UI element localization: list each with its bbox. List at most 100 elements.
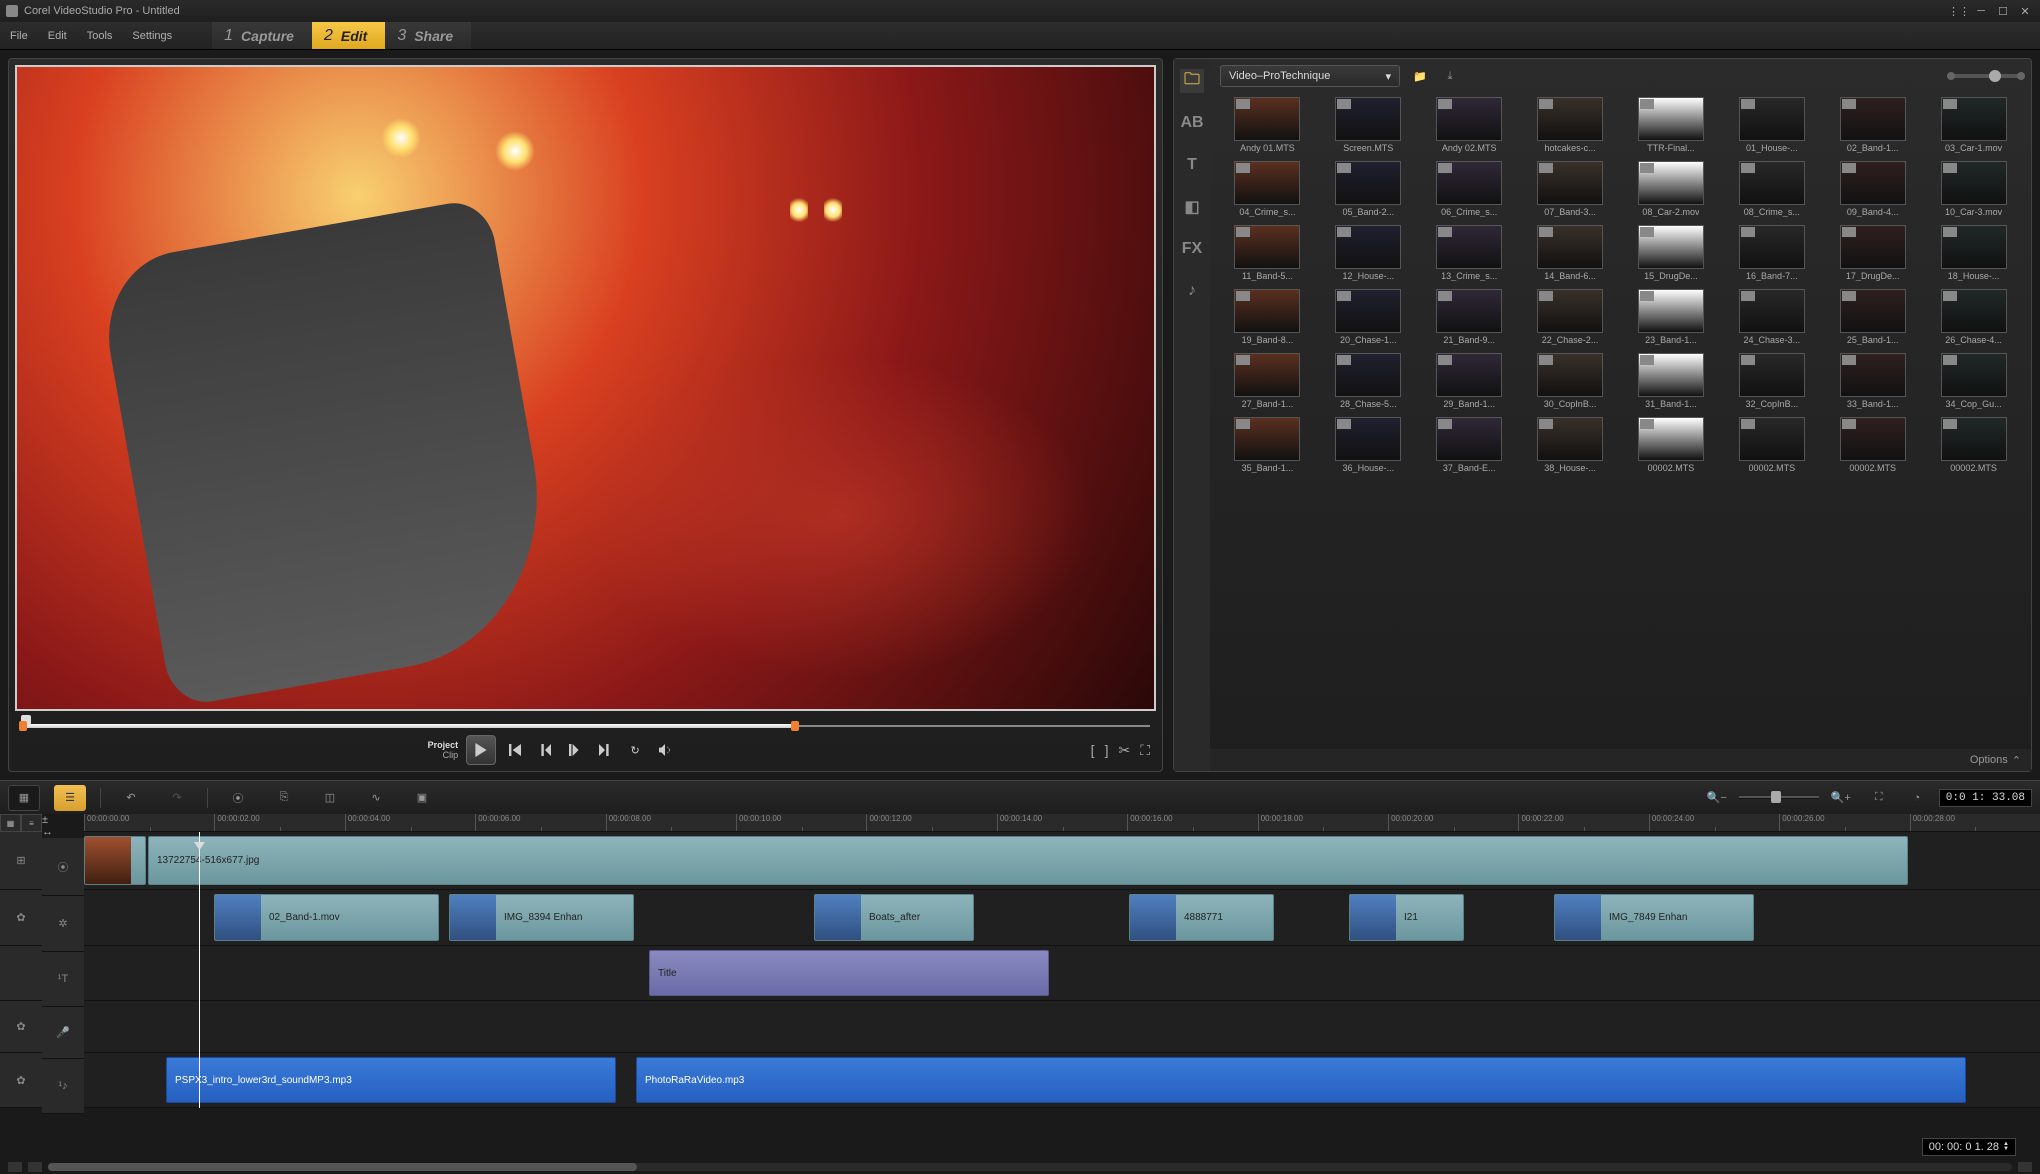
library-thumb[interactable]: 15_DrugDe... [1624, 225, 1719, 281]
overlay-clip[interactable]: IMG_8394 Enhan [449, 894, 634, 941]
zoom-out-button[interactable]: 🔍− [1701, 785, 1733, 811]
video-track-toggle[interactable]: ⊞ [0, 832, 42, 890]
step-edit[interactable]: 2Edit [312, 22, 385, 49]
library-thumb[interactable]: 38_House-... [1523, 417, 1618, 473]
zoom-slider[interactable] [1739, 796, 1819, 799]
library-thumb[interactable]: 33_Band-1... [1825, 353, 1920, 409]
library-thumb[interactable]: 06_Crime_s... [1422, 161, 1517, 217]
library-thumb[interactable]: 17_DrugDe... [1825, 225, 1920, 281]
music-track[interactable]: PSPX3_intro_lower3rd_soundMP3.mp3PhotoRa… [84, 1053, 2040, 1108]
scrub-bar[interactable] [15, 715, 1156, 735]
track-toggle-1[interactable]: ▦ [0, 814, 21, 832]
scroll-toggle[interactable]: ↔ [42, 826, 84, 838]
fit-project-button[interactable]: ⛶ [1863, 785, 1895, 811]
redo-button[interactable]: ↷ [161, 785, 193, 811]
library-thumb[interactable]: 12_House-... [1321, 225, 1416, 281]
library-thumb[interactable]: 28_Chase-5... [1321, 353, 1416, 409]
timeline-ruler[interactable]: 00:00:00.0000:00:02.0000:00:04.0000:00:0… [84, 814, 2040, 832]
library-thumb[interactable]: 35_Band-1... [1220, 417, 1315, 473]
scroll-left-button[interactable] [28, 1162, 42, 1172]
instant-project-icon[interactable]: ▣ [406, 785, 438, 811]
library-thumb[interactable]: 00002.MTS [1724, 417, 1819, 473]
storyboard-view-button[interactable]: ▦ [8, 785, 40, 811]
overlay-clip[interactable]: 02_Band-1.mov [214, 894, 439, 941]
music-track-toggle[interactable]: ✿ [0, 1053, 42, 1108]
library-folder-dropdown[interactable]: Video–ProTechnique▾ [1220, 65, 1400, 87]
library-thumb[interactable]: 03_Car-1.mov [1926, 97, 2021, 153]
audio-clip[interactable]: PhotoRaRaVideo.mp3 [636, 1057, 1966, 1103]
import-icon[interactable]: ⤓ [1440, 66, 1460, 86]
timeline-view-button[interactable]: ☰ [54, 785, 86, 811]
scroll-right-button[interactable] [2018, 1162, 2032, 1172]
overlay-clip[interactable]: 4888771 [1129, 894, 1274, 941]
repeat-button[interactable]: ↻ [624, 739, 646, 761]
library-thumb[interactable]: 18_House-... [1926, 225, 2021, 281]
step-capture[interactable]: 1Capture [212, 22, 312, 49]
library-thumb[interactable]: 08_Crime_s... [1724, 161, 1819, 217]
split-button[interactable]: ✂ [1118, 742, 1130, 759]
overlay-clip[interactable]: Boats_after [814, 894, 974, 941]
overlay-track[interactable]: 02_Band-1.movIMG_8394 Enhan Boats_after 48… [84, 890, 2040, 946]
zoom-in-button[interactable]: 🔍+ [1825, 785, 1857, 811]
overlay-track-header[interactable]: ✲ [42, 896, 84, 952]
volume-button[interactable] [654, 739, 676, 761]
scroll-expand-icon[interactable] [8, 1162, 22, 1172]
library-thumb[interactable]: 25_Band-1... [1825, 289, 1920, 345]
timeline-scrollbar[interactable] [0, 1160, 2040, 1174]
library-thumb[interactable]: 32_CopInB... [1724, 353, 1819, 409]
minimize-button[interactable]: ─ [1972, 4, 1990, 18]
library-thumb[interactable]: 36_House-... [1321, 417, 1416, 473]
library-thumb[interactable]: 22_Chase-2... [1523, 289, 1618, 345]
media-tab-icon[interactable]: 🗀 [1180, 69, 1204, 93]
library-thumb[interactable]: 00002.MTS [1926, 417, 2021, 473]
sound-mixer-icon[interactable]: ∿ [360, 785, 392, 811]
overlay-clip[interactable]: I21 [1349, 894, 1464, 941]
record-button[interactable]: ⦿ [222, 785, 254, 811]
library-thumb[interactable]: 00002.MTS [1624, 417, 1719, 473]
undo-button[interactable]: ↶ [115, 785, 147, 811]
transition-tab-icon[interactable]: AB [1180, 111, 1204, 135]
title-track-header[interactable]: ¹T [42, 952, 84, 1007]
library-thumb[interactable]: 14_Band-6... [1523, 225, 1618, 281]
close-button[interactable]: ✕ [2016, 4, 2034, 18]
video-track-header[interactable]: ⦿ [42, 838, 84, 896]
ripple-toggle[interactable]: ± [42, 814, 84, 826]
library-thumb[interactable]: Screen.MTS [1321, 97, 1416, 153]
voice-track-toggle[interactable]: ✿ [0, 1001, 42, 1053]
fx-tab-icon[interactable]: FX [1180, 237, 1204, 261]
prev-frame-button[interactable] [534, 739, 556, 761]
library-thumb[interactable]: 01_House-... [1724, 97, 1819, 153]
home-button[interactable] [504, 739, 526, 761]
video-clip-thumb[interactable] [84, 836, 146, 885]
title-track-toggle[interactable] [0, 946, 42, 1001]
preview-frame[interactable] [15, 65, 1156, 711]
playback-mode-label[interactable]: Project Clip [428, 740, 459, 760]
project-duration-icon[interactable]: ◔ [1901, 785, 1933, 811]
library-thumb[interactable]: hotcakes-c... [1523, 97, 1618, 153]
menu-edit[interactable]: Edit [38, 22, 77, 49]
step-share[interactable]: 3Share [385, 22, 471, 49]
library-thumb[interactable]: 00002.MTS [1825, 417, 1920, 473]
video-clip[interactable]: 13722754-516x677.jpg [148, 836, 1908, 885]
track-toggle-2[interactable]: ≡ [21, 814, 42, 832]
painting-creator-icon[interactable]: ◫ [314, 785, 346, 811]
library-thumb[interactable]: 05_Band-2... [1321, 161, 1416, 217]
settings-grid-icon[interactable]: ⋮⋮ [1950, 4, 1968, 18]
library-thumb[interactable]: 10_Car-3.mov [1926, 161, 2021, 217]
title-track[interactable]: Title [84, 946, 2040, 1001]
mark-in-button[interactable]: [ [1091, 742, 1095, 759]
library-thumb[interactable]: 13_Crime_s... [1422, 225, 1517, 281]
library-thumb[interactable]: 08_Car-2.mov [1624, 161, 1719, 217]
title-tab-icon[interactable]: T [1180, 153, 1204, 177]
play-button[interactable] [466, 735, 496, 765]
library-thumb[interactable]: 20_Chase-1... [1321, 289, 1416, 345]
mark-out-button[interactable]: ] [1105, 742, 1109, 759]
mark-out-handle[interactable] [791, 721, 799, 731]
library-thumb[interactable]: 19_Band-8... [1220, 289, 1315, 345]
maximize-button[interactable]: ☐ [1994, 4, 2012, 18]
thumb-size-slider[interactable] [1951, 74, 2021, 78]
library-thumb[interactable]: 31_Band-1... [1624, 353, 1719, 409]
fullscreen-button[interactable]: ⛶ [1140, 742, 1150, 759]
library-thumb[interactable]: 29_Band-1... [1422, 353, 1517, 409]
menu-settings[interactable]: Settings [122, 22, 182, 49]
